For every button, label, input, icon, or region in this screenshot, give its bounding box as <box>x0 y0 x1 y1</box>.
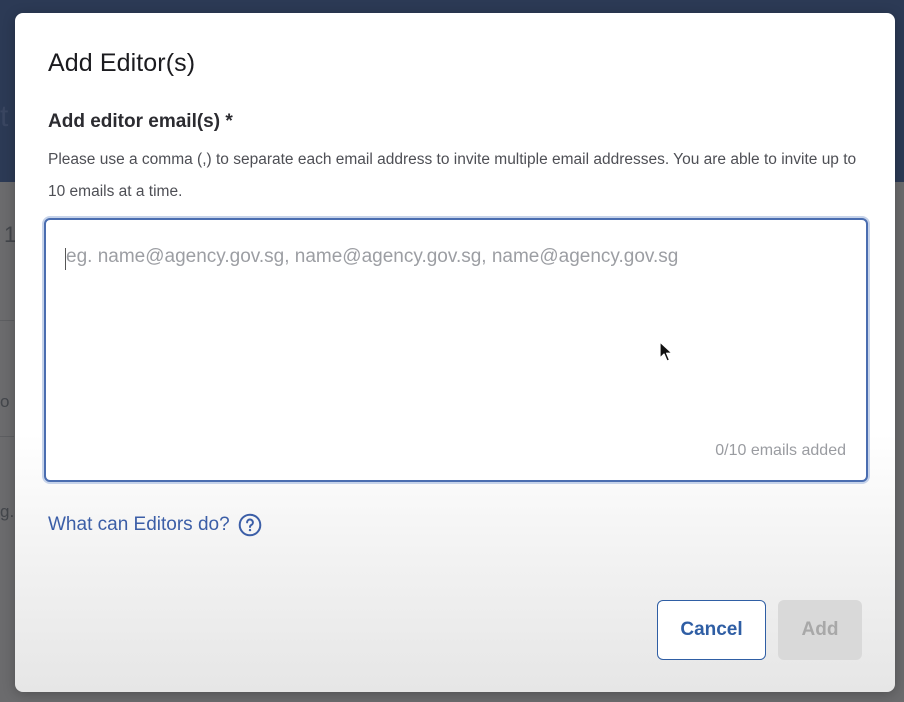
background-text-fragment: g. <box>0 502 15 521</box>
help-link-label: What can Editors do? <box>48 514 230 535</box>
background-divider <box>0 436 14 437</box>
add-button[interactable]: Add <box>778 600 862 660</box>
dialog-title: Add Editor(s) <box>48 49 196 77</box>
add-editors-dialog: Add Editor(s) Add editor email(s) * Plea… <box>15 13 895 692</box>
editor-email-help-text: Please use a comma (,) to separate each … <box>48 151 857 200</box>
email-count-indicator: 0/10 emails added <box>715 442 846 459</box>
background-text-fragment: t <box>0 100 9 133</box>
question-circle-icon <box>238 513 262 537</box>
background-divider <box>0 320 14 321</box>
editor-email-field-container: 0/10 emails added <box>44 218 868 482</box>
mouse-pointer-icon <box>659 341 673 362</box>
text-caret <box>65 248 66 270</box>
editor-email-input[interactable] <box>46 220 866 480</box>
what-can-editors-do-link[interactable]: What can Editors do? <box>48 513 262 537</box>
cancel-button[interactable]: Cancel <box>657 600 766 660</box>
editor-email-label: Add editor email(s) * <box>48 111 233 132</box>
background-text-fragment: o <box>0 392 10 411</box>
